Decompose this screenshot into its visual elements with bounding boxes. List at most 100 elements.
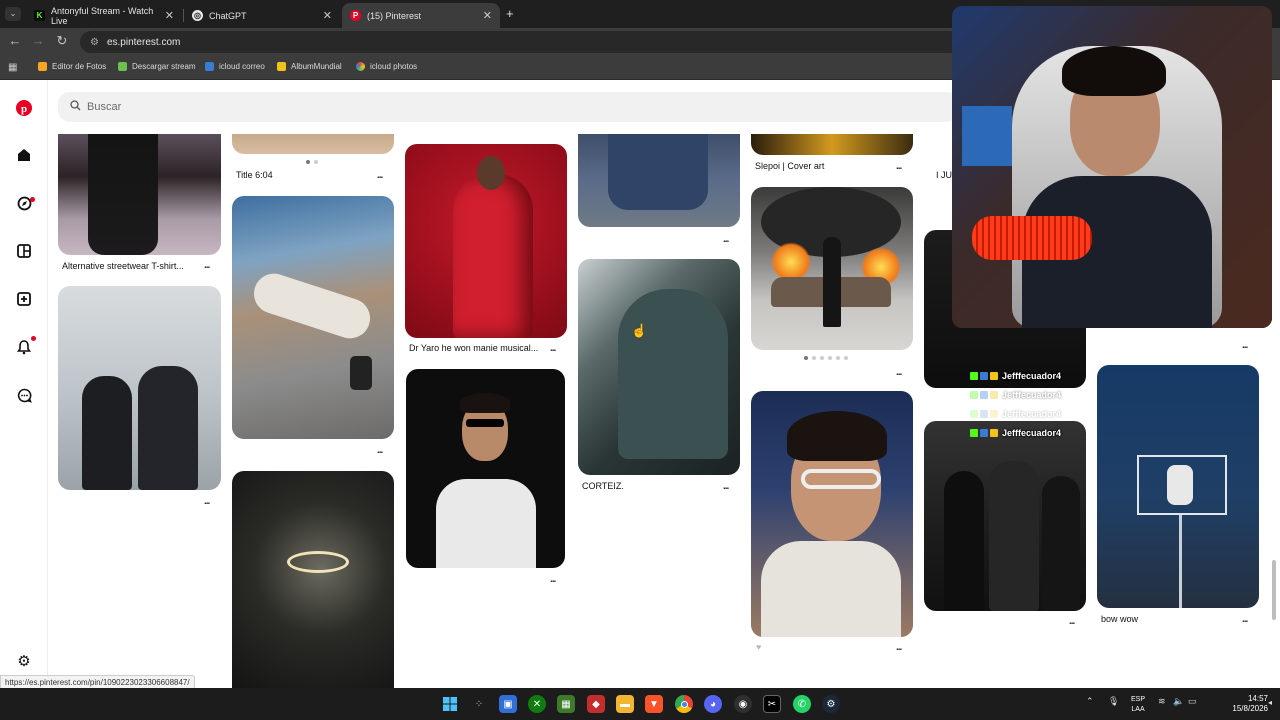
- heart-icon[interactable]: ♥: [756, 642, 761, 652]
- tab-pinterest[interactable]: P (15) Pinterest ✕: [342, 3, 500, 28]
- pin-title[interactable]: Dr Yaro he won manie musical...: [409, 343, 538, 353]
- explore-icon[interactable]: [14, 193, 34, 213]
- forward-icon[interactable]: →: [29, 33, 47, 48]
- pin-more-button[interactable]: ...: [896, 367, 902, 378]
- brave-browser-icon[interactable]: ▼: [645, 695, 663, 713]
- store-icon[interactable]: ▣: [499, 695, 517, 713]
- pin-more-button[interactable]: ...: [1242, 340, 1248, 351]
- kick-badge-icon: [970, 428, 978, 437]
- chatgpt-icon: ◎: [192, 10, 203, 21]
- task-view-icon[interactable]: ⁘: [470, 695, 488, 713]
- pin-image-masked-group[interactable]: [924, 421, 1086, 611]
- xbox-icon[interactable]: ✕: [528, 695, 546, 713]
- pinterest-logo-icon[interactable]: p: [14, 98, 34, 118]
- search-input[interactable]: Buscar: [58, 92, 958, 122]
- pin-image-red-jacket[interactable]: [405, 144, 567, 338]
- close-icon[interactable]: ✕: [323, 9, 332, 22]
- microphone-icon[interactable]: 🎙: [1108, 696, 1119, 707]
- kick-badge-icon: [970, 371, 978, 380]
- minecraft-icon[interactable]: ▦: [557, 695, 575, 713]
- pin-image-foggy-jackets[interactable]: [58, 286, 221, 490]
- windows-start-icon[interactable]: [441, 695, 459, 713]
- obs-icon[interactable]: ◉: [734, 695, 752, 713]
- site-info-icon[interactable]: ⚙: [90, 37, 99, 48]
- language-indicator[interactable]: ESP LAA: [1131, 695, 1145, 715]
- pin-more-button[interactable]: ...: [377, 445, 383, 456]
- pin-image-sunglasses-portrait[interactable]: [406, 369, 565, 568]
- close-icon[interactable]: ✕: [483, 9, 492, 22]
- figure-shape: [88, 134, 158, 255]
- close-icon[interactable]: ✕: [165, 9, 174, 22]
- pin-image-basketball-dunk[interactable]: [1097, 365, 1259, 608]
- pin-image-corteiz-hoodie[interactable]: [578, 259, 740, 475]
- file-explorer-icon[interactable]: ▬: [616, 695, 634, 713]
- pin-more-button[interactable]: ...: [377, 170, 383, 181]
- carousel-dots: [804, 356, 848, 360]
- status-url-text: https://es.pinterest.com/pin/10902230233…: [5, 677, 190, 687]
- pin-more-button[interactable]: ...: [204, 496, 210, 507]
- pin-image-white-sunglasses[interactable]: [751, 391, 913, 637]
- pin-image-streetwear[interactable]: [58, 134, 221, 255]
- wifi-icon[interactable]: ≋: [1158, 696, 1166, 707]
- webcam-overlay: [952, 6, 1272, 328]
- bookmark-editor-fotos[interactable]: Editor de Fotos: [38, 62, 106, 71]
- pin-image-sitting-jeans[interactable]: [578, 134, 740, 227]
- discord-icon[interactable]: ◕: [704, 695, 722, 713]
- link-status-bubble: https://es.pinterest.com/pin/10902230233…: [0, 675, 195, 689]
- pin-more-button[interactable]: ...: [550, 574, 556, 585]
- address-bar[interactable]: ⚙ es.pinterest.com: [80, 31, 960, 53]
- pin-title[interactable]: Title 6:04: [236, 170, 273, 180]
- back-icon[interactable]: ←: [6, 33, 24, 48]
- bookmark-descargar-stream[interactable]: Descargar stream: [118, 62, 196, 71]
- pin-image-street-lying[interactable]: [232, 196, 394, 439]
- pin-title[interactable]: Slepoi | Cover art: [755, 161, 824, 171]
- sub-badge-icon: [980, 428, 988, 437]
- pin-more-button[interactable]: ...: [204, 260, 210, 271]
- chrome-icon[interactable]: [675, 695, 693, 713]
- fire-shape: [771, 242, 811, 282]
- bookmark-albummundial[interactable]: AlbumMundial: [277, 62, 342, 71]
- pin-image-slepoi-cover[interactable]: [751, 134, 913, 155]
- hair-shape: [787, 411, 887, 461]
- pin-more-button[interactable]: ...: [723, 234, 729, 245]
- settings-gear-icon[interactable]: ⚙: [14, 651, 34, 671]
- show-hidden-icons-icon[interactable]: ⌃: [1086, 696, 1094, 707]
- battery-icon[interactable]: ▭: [1188, 696, 1197, 707]
- bookmark-icloud-photos[interactable]: icloud photos: [356, 62, 417, 71]
- reload-icon[interactable]: ↻: [53, 33, 71, 49]
- sub-badge-icon: [980, 371, 988, 380]
- boards-icon[interactable]: [14, 241, 34, 261]
- pin-title[interactable]: Alternative streetwear T-shirt...: [62, 261, 184, 271]
- new-tab-button[interactable]: +: [506, 6, 514, 21]
- page-scrollbar[interactable]: [1272, 560, 1276, 620]
- tab-search-button[interactable]: ⌄: [5, 7, 21, 21]
- tab-chatgpt[interactable]: ◎ ChatGPT ✕: [184, 3, 340, 28]
- capcut-icon[interactable]: ✂: [763, 695, 781, 713]
- pin-more-button[interactable]: ...: [1069, 616, 1075, 627]
- pin-image-top-carousel[interactable]: [232, 134, 394, 154]
- pin-more-button[interactable]: ...: [1242, 614, 1248, 625]
- steam-icon[interactable]: ⚙: [822, 695, 840, 713]
- bookmark-icloud-correo[interactable]: icloud correo: [205, 62, 265, 71]
- keyboard-layout: LAA: [1131, 706, 1145, 713]
- pin-more-button[interactable]: ...: [723, 481, 729, 492]
- pin-image-basketball-hoop-lit[interactable]: [232, 471, 394, 688]
- game-launcher-icon[interactable]: ◆: [587, 695, 605, 713]
- tab-kick-stream[interactable]: K Antonyful Stream - Watch Live ✕: [26, 3, 182, 28]
- pin-title[interactable]: CORTEIZ.: [582, 481, 624, 491]
- home-icon[interactable]: [14, 145, 34, 165]
- figure-shape: [453, 174, 533, 338]
- create-icon[interactable]: [14, 289, 34, 309]
- messages-icon[interactable]: [14, 385, 34, 405]
- volume-icon[interactable]: 🔈: [1173, 696, 1184, 707]
- apps-grid-icon[interactable]: ▦: [8, 62, 17, 73]
- pin-more-button[interactable]: ...: [896, 161, 902, 172]
- face-shape: [477, 156, 505, 190]
- notification-icon[interactable]: ◂: [1268, 698, 1272, 707]
- system-clock[interactable]: 14:57 15/8/2026: [1232, 694, 1268, 714]
- pin-image-burning-car[interactable]: [751, 187, 913, 350]
- pin-title[interactable]: bow wow: [1101, 614, 1138, 624]
- pin-more-button[interactable]: ...: [896, 642, 902, 653]
- whatsapp-icon[interactable]: ✆: [793, 695, 811, 713]
- pin-more-button[interactable]: ...: [550, 343, 556, 354]
